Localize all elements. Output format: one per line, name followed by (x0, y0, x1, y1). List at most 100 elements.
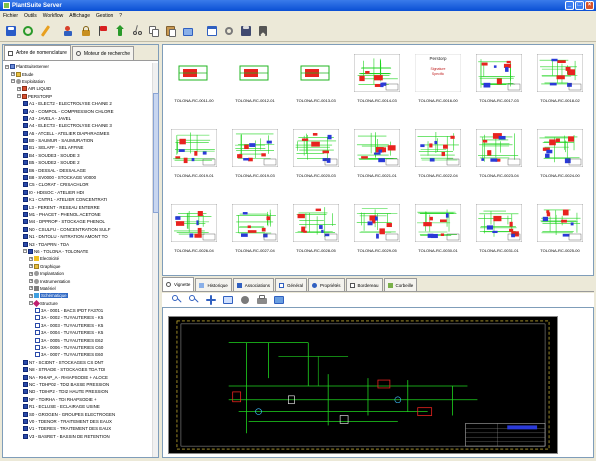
tree-node[interactable]: A1 - ELECT2 - ELECTROLYSE CHAINE 2 (3, 100, 153, 107)
tree-node[interactable]: + Matériel (3, 285, 153, 292)
expand-toggle-icon[interactable]: + (29, 256, 33, 261)
tab-corbeille[interactable]: Corbeille (383, 278, 418, 291)
import-icon[interactable] (181, 24, 195, 38)
drawing-thumbnail[interactable]: TOLONA-RC-0019-01 (168, 126, 220, 184)
expand-toggle-icon[interactable]: + (29, 264, 33, 269)
tree-scrollbar[interactable] (152, 63, 159, 457)
tab-general[interactable]: Général (274, 278, 307, 291)
tree-node[interactable]: V3 - BASRET - BASSIN DE RETENTION (3, 433, 153, 440)
menu-workflow[interactable]: Workflow (43, 13, 63, 19)
menu-gestion[interactable]: Gestion (96, 13, 113, 19)
viewer-settings-icon[interactable] (238, 293, 252, 307)
expand-toggle-icon[interactable]: − (5, 64, 9, 69)
drawing-thumbnail[interactable]: TOLONA-RC-0018-02 (534, 51, 586, 109)
tree-node[interactable]: 3A - 0004 - TUYAUTERIES - K5 (3, 329, 153, 336)
tree-node[interactable]: A2 - COMPOL - COMPRESSION CHLORE (3, 107, 153, 114)
print-icon[interactable] (255, 293, 269, 307)
tree-node[interactable]: A4 - ELECT3 - ELECTROLYSE CHAINE 3 (3, 122, 153, 129)
tree-node[interactable]: − PERSTORP (3, 93, 153, 100)
menu-outils[interactable]: Outils (24, 13, 37, 19)
tree-node[interactable]: N3 - TDAPRN - TDA (3, 240, 153, 247)
flag-icon[interactable] (96, 24, 110, 38)
tab-vignette[interactable]: Vignette (162, 277, 195, 291)
tree-node[interactable]: − Exploitation (3, 78, 153, 85)
tree-node[interactable]: B5 - SOUDE2 - SOUDE 2 (3, 159, 153, 166)
tree-node[interactable]: N0 - CSULFU - CONCENTRATION SULF (3, 226, 153, 233)
tree-node[interactable]: 3A - 0007 - TUYAUTERIES E60 (3, 351, 153, 358)
tree-node[interactable]: B4 - SOUDE3 - SOUDE 3 (3, 152, 153, 159)
settings-icon[interactable] (222, 24, 236, 38)
tab-bordereau[interactable]: Bordereau (345, 278, 383, 291)
tree-node[interactable]: + Schématique (3, 292, 153, 299)
arrow-up-icon[interactable] (113, 24, 127, 38)
tree-node[interactable]: NC - TDHP02 - TDI2 BASSE PRESSION (3, 381, 153, 388)
drawing-thumbnail[interactable]: TOLONA-RC-0024-00 (534, 126, 586, 184)
refresh-icon[interactable] (21, 24, 35, 38)
tree-node[interactable]: − Structure (3, 299, 153, 307)
minimize-button[interactable]: _ (565, 1, 574, 10)
tree-node[interactable]: + Instrumentation (3, 277, 153, 284)
tree-node[interactable]: B8 - SV0000 - STOCKAGE V0000 (3, 174, 153, 181)
copy-icon[interactable] (147, 24, 161, 38)
drawing-thumbnail[interactable]: TOLONA-RC-0023-04 (473, 126, 525, 184)
tree-node[interactable]: 3A - 0006 - TUYAUTERIES C60 (3, 344, 153, 351)
tree-node[interactable]: I0 - HDISOC - ATELIER HDI (3, 189, 153, 196)
drawing-thumbnail[interactable]: TOLONA-RC-0028-05 (290, 201, 342, 259)
zoom-in-icon[interactable] (170, 293, 184, 307)
close-button[interactable]: × (585, 1, 594, 10)
tab-historique[interactable]: Historique (195, 278, 232, 291)
drawing-thumbnail[interactable]: TOLONA-RC-0013-03 (290, 51, 342, 109)
menu-affichage[interactable]: Affichage (69, 13, 90, 19)
save-icon[interactable] (4, 24, 18, 38)
tree-node[interactable]: B1 - SELAFF - SEL AFFINE (3, 144, 153, 151)
tree-node[interactable]: + Graphique (3, 263, 153, 270)
tree-node[interactable]: + Etude (3, 70, 153, 77)
menu-fichier[interactable]: Fichier (3, 13, 18, 19)
pan-icon[interactable] (204, 293, 218, 307)
expand-toggle-icon[interactable]: − (11, 79, 15, 84)
drawing-thumbnail[interactable]: TOLONA-RC-0027-04 (229, 201, 281, 259)
drawing-thumbnail[interactable]: TOLONA-RC-0019-03 (229, 126, 281, 184)
tree-node[interactable]: NF - TDIRHA - TDI RHAPSODIE + (3, 396, 153, 403)
tree-node[interactable]: M1 - PHACET - PHENOL ACETONE (3, 211, 153, 218)
scrollbar-thumb[interactable] (153, 93, 159, 213)
tree-node[interactable]: ND - TDIHP2 - TDI2 HAUTE PRESSION (3, 388, 153, 395)
tree-node[interactable]: + Implantation (3, 270, 153, 277)
tree-node[interactable]: V1 - TDERES - TRAITEMENT DES EAUX (3, 425, 153, 432)
expand-toggle-icon[interactable]: + (29, 286, 33, 291)
expand-toggle-icon[interactable]: + (29, 293, 33, 298)
tree-node[interactable]: NA - RHIAP_A - RHIAPSODIE + ALOCE (3, 373, 153, 380)
drawing-thumbnail[interactable]: TOLONA-RC-0030-01 (412, 201, 464, 259)
tree-node[interactable]: N8 - STRADE - STOCKAGES TDA TDI (3, 366, 153, 373)
lock-icon[interactable] (79, 24, 93, 38)
tree-node[interactable]: K1 - CNTR1 - ATELIER CONCENTRATI (3, 196, 153, 203)
tab-nomenclature-tree[interactable]: Arbre de nomenclature (4, 45, 71, 60)
tree-node[interactable]: R1 - ECLUSE - ECLAIRAGE USINE (3, 403, 153, 410)
drawing-thumbnail[interactable]: TOLONA-RC-0017-03 (473, 51, 525, 109)
tree-node[interactable]: − N6 - TOLONA - TOLONATE (3, 248, 153, 255)
drawing-thumbnail[interactable]: TOLONA-RC-0020-03 (290, 126, 342, 184)
expand-toggle-icon[interactable]: + (17, 86, 21, 91)
cut-icon[interactable] (130, 24, 144, 38)
tree-node[interactable]: A3 - JAVELA - JAVEL (3, 115, 153, 122)
maximize-button[interactable]: □ (575, 1, 584, 10)
tree-node[interactable]: N7 - SCIDNT - STOCKAGES CS DNT (3, 359, 153, 366)
tab-proprietes[interactable]: Propriétés (307, 278, 345, 291)
window-icon[interactable] (205, 24, 219, 38)
tree-node[interactable]: A5 - ATCELL - ATELIER DIAPHRAGMES (3, 130, 153, 137)
paste-icon[interactable] (164, 24, 178, 38)
drawing-thumbnail[interactable]: TOLONA-RC-0026-04 (168, 201, 220, 259)
expand-toggle-icon[interactable]: + (29, 271, 33, 276)
tree-node[interactable]: 3A - 0001 - BACS IPDT FA3701 (3, 307, 153, 314)
pencil-icon[interactable] (38, 24, 52, 38)
tree-node[interactable]: + AIR LIQUID (3, 85, 153, 92)
tree-node[interactable]: C5 - CLORAT - CRISACHLOR (3, 181, 153, 188)
tree-node[interactable]: L3 - PERENT - RESEAU ENTERRE (3, 203, 153, 210)
zoom-out-icon[interactable] (187, 293, 201, 307)
tree-node[interactable]: S0 - GROGEN - GROUPES ELECTROGEN (3, 410, 153, 417)
bookmark-icon[interactable] (256, 24, 270, 38)
drawing-thumbnail[interactable]: TOLONA-RC-0014-03 (351, 51, 403, 109)
drawing-thumbnail[interactable]: TOLONA-RC-0011-00 (168, 51, 220, 109)
drawing-thumbnail[interactable]: TOLONA-RC-0029-05 (351, 201, 403, 259)
tree-node[interactable]: 3A - 0002 - TUYAUTERIES - K5 (3, 314, 153, 321)
